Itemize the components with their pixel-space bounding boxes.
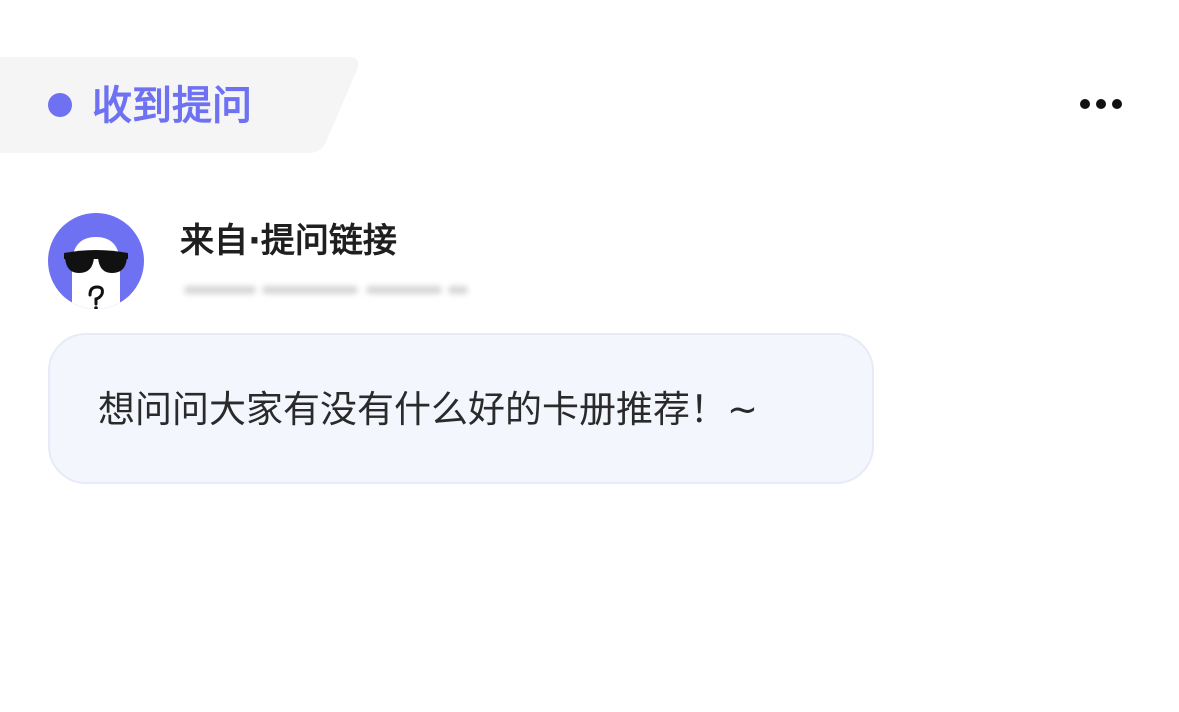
ellipsis-icon	[1080, 99, 1122, 109]
question-card: 想问问大家有没有什么好的卡册推荐！~	[48, 333, 874, 484]
tag-label: 收到提问	[92, 83, 252, 129]
tag-dot-icon	[48, 93, 72, 117]
source-title: 来自·提问链接	[180, 221, 397, 261]
more-options-button[interactable]	[1074, 84, 1128, 124]
sunglasses-ghost-icon	[64, 237, 128, 309]
question-text: 想问问大家有没有什么好的卡册推荐！~	[98, 388, 759, 431]
blurred-subtitle	[180, 280, 472, 300]
avatar[interactable]	[48, 213, 144, 309]
